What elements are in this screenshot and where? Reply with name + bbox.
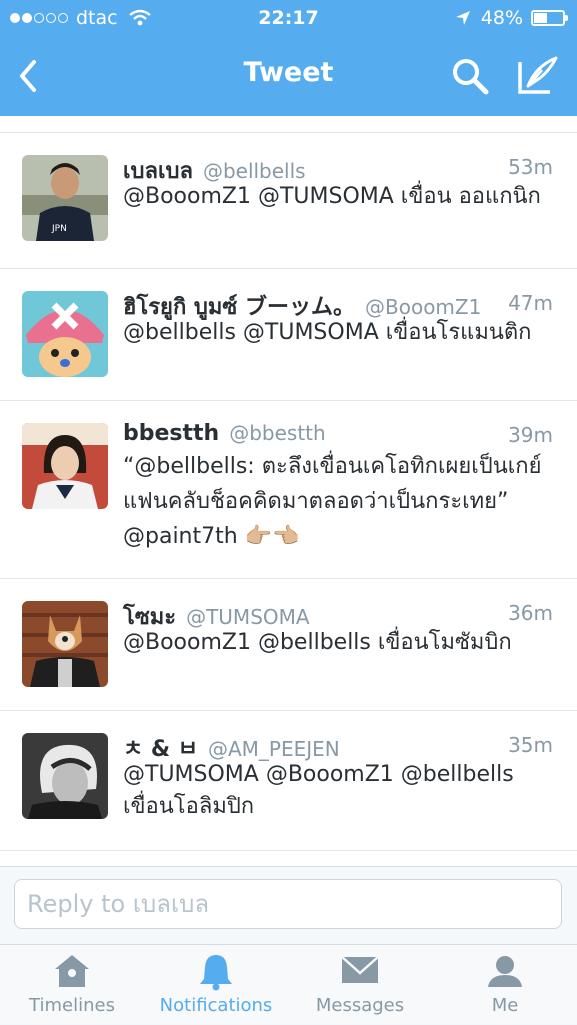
tweet-row[interactable]: bbestth @bbestth 39m “@bellbells: ตะลึงเข… <box>0 401 577 579</box>
avatar[interactable] <box>22 733 108 819</box>
tab-label: Messages <box>315 995 405 1016</box>
timestamp: 47m <box>508 291 553 315</box>
handle[interactable]: @bellbells <box>203 159 306 183</box>
timestamp: 35m <box>508 733 553 757</box>
tweet-row[interactable]: JPN เบลเบล @bellbells 53m @BooomZ1 @TUMSO… <box>0 133 577 269</box>
reply-input[interactable] <box>14 879 562 929</box>
svg-text:JPN: JPN <box>51 224 67 234</box>
handle[interactable]: @TUMSOMA <box>186 605 310 629</box>
tab-label: Me <box>491 995 519 1016</box>
battery-icon <box>531 10 568 26</box>
person-icon <box>488 956 522 987</box>
tweet-text: @BooomZ1 @bellbells เขื่อนโมซัมบิก <box>123 630 512 655</box>
status-bar: dtac 22:17 48% <box>0 0 577 36</box>
handle[interactable]: @bbestth <box>229 421 325 445</box>
page-title: Tweet <box>243 57 334 88</box>
compose-icon[interactable] <box>516 56 558 96</box>
handle[interactable]: @AM_PEEJEN <box>208 737 340 761</box>
home-icon <box>55 955 89 987</box>
tab-label: Notifications <box>159 995 273 1016</box>
timestamp: 53m <box>508 155 553 179</box>
bell-icon <box>200 955 232 991</box>
tab-timelines[interactable]: Timelines <box>10 945 134 1025</box>
tweet-row[interactable]: ㅊ & ㅂ @AM_PEEJEN 35m @TUMSOMA @BooomZ1 @b… <box>0 711 577 851</box>
tweet-text: @TUMSOMA @BooomZ1 @bellbells เขื่อนโอลิม… <box>123 762 514 819</box>
display-name[interactable]: bbestth <box>123 421 219 446</box>
timestamp: 36m <box>508 601 553 625</box>
tweet-text: @bellbells @TUMSOMA เขื่อนโรแมนติก <box>123 320 532 345</box>
nav-bar: Tweet <box>0 36 577 116</box>
battery-percent: 48% <box>480 7 523 29</box>
location-arrow-icon <box>455 11 470 25</box>
handle[interactable]: @BooomZ1 <box>365 295 481 319</box>
avatar[interactable]: JPN <box>22 155 108 241</box>
app-header: dtac 22:17 48% Tweet <box>0 0 577 116</box>
timestamp: 39m <box>508 423 553 447</box>
avatar[interactable] <box>22 423 108 509</box>
tab-bar: Timelines Notifications Messages Me <box>0 944 577 1024</box>
envelope-icon <box>341 956 379 983</box>
tab-label: Timelines <box>29 995 115 1016</box>
tweet-list[interactable]: JPN เบลเบล @bellbells 53m @BooomZ1 @TUMSO… <box>0 116 577 866</box>
tab-notifications[interactable]: Notifications <box>150 945 282 1025</box>
tweet-row[interactable]: ฮิโรยูกิ บูมซ์ ブーッム。 @BooomZ1 47m @bellbe… <box>0 269 577 401</box>
search-icon[interactable] <box>450 56 490 96</box>
tweet-row[interactable]: โซมะ @TUMSOMA 36m @BooomZ1 @bellbells เขื… <box>0 579 577 711</box>
tweet-text: @BooomZ1 @TUMSOMA เขื่อน ออแกนิก <box>123 184 541 209</box>
tab-me[interactable]: Me <box>460 945 550 1025</box>
tweet-text: “@bellbells: ตะลึงเขื่อนเคโอทิกเผยเป็นเก… <box>123 454 542 549</box>
reply-bar <box>0 866 577 944</box>
avatar[interactable] <box>22 601 108 687</box>
tab-messages[interactable]: Messages <box>300 945 420 1025</box>
avatar[interactable] <box>22 291 108 377</box>
